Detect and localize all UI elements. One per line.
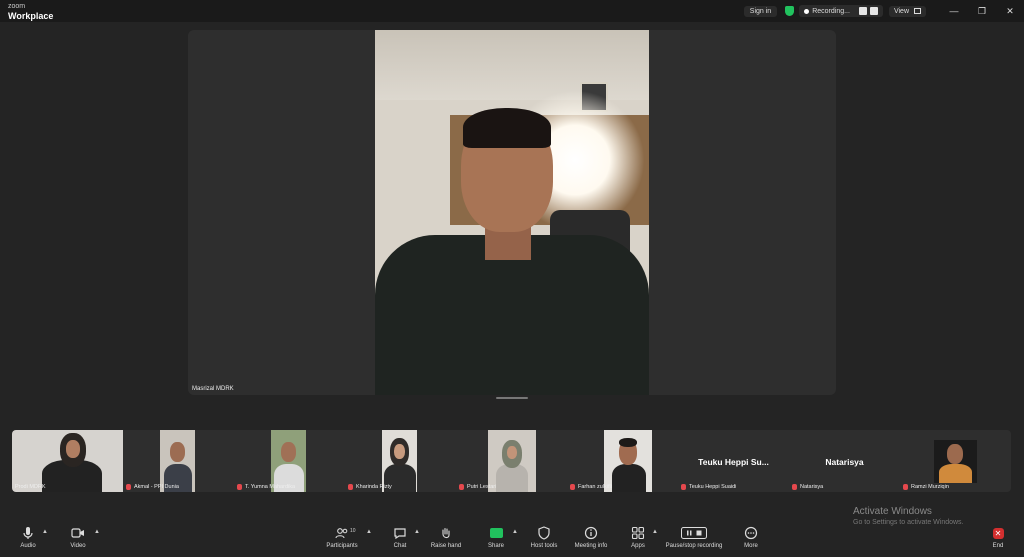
muted-mic-icon [348, 484, 353, 490]
participant-name: T. Yumna Mahardika [237, 484, 295, 490]
muted-mic-icon [237, 484, 242, 490]
logo-big-text: Workplace [8, 11, 54, 21]
audio-options-caret[interactable]: ▲ [42, 529, 48, 535]
restore-button[interactable]: ❐ [968, 6, 996, 17]
video-camera-icon [71, 528, 84, 538]
microphone-icon [23, 527, 33, 539]
participant-tile[interactable]: Teuku Heppi Su... Teuku Heppi Suaidi [678, 430, 789, 492]
share-button[interactable]: Share [484, 526, 508, 549]
raise-hand-icon [442, 527, 450, 539]
speaker-name-label: Masrizal MDRK [192, 386, 234, 392]
resize-handle[interactable] [496, 397, 528, 399]
minimize-button[interactable]: — [940, 6, 968, 16]
participant-tile[interactable]: Akmal - PPI Dunia [123, 430, 234, 492]
participant-name: Ramzi Murziqin [903, 484, 949, 490]
muted-mic-icon [681, 484, 686, 490]
view-label: View [893, 7, 909, 15]
info-icon [584, 526, 598, 540]
more-button[interactable]: More [740, 526, 762, 549]
participant-name: Farhan zulkifli [570, 484, 612, 490]
more-dots-icon [744, 526, 758, 540]
apps-icon [631, 526, 645, 540]
recording-label: Recording... [812, 7, 850, 15]
participant-display-name: Natarisya [825, 457, 864, 467]
pause-stop-icon [681, 527, 707, 539]
chat-options-caret[interactable]: ▲ [414, 529, 420, 535]
video-options-caret[interactable]: ▲ [94, 529, 100, 535]
close-button[interactable]: ✕ [996, 6, 1024, 17]
muted-mic-icon [570, 484, 575, 490]
participant-name: Kharinda Rizty [348, 484, 392, 490]
recording-indicator[interactable]: Recording... [799, 5, 883, 17]
participant-tile[interactable]: T. Yumna Mahardika [234, 430, 345, 492]
chat-button[interactable]: Chat [388, 526, 412, 549]
participant-tile[interactable]: Putri Lestari [456, 430, 567, 492]
apps-button[interactable]: Apps [628, 526, 648, 549]
zoom-logo: zoom Workplace [8, 3, 54, 21]
view-button[interactable]: View [888, 5, 926, 17]
muted-mic-icon [459, 484, 464, 490]
video-button[interactable]: Video [66, 526, 90, 549]
audio-button[interactable]: Audio [16, 526, 40, 549]
muted-mic-icon [792, 484, 797, 490]
active-speaker-tile[interactable]: Masrizal MDRK [188, 30, 836, 395]
activate-windows-watermark: Activate Windows Go to Settings to activ… [853, 506, 964, 526]
participant-tile[interactable]: Farhan zulkifli [567, 430, 678, 492]
participant-tile[interactable]: Kharinda Rizty [345, 430, 456, 492]
participants-count: 10 [350, 528, 356, 534]
participants-icon [335, 528, 348, 539]
host-tools-button[interactable]: Host tools [526, 526, 562, 549]
title-bar: zoom Workplace Sign in Recording... View… [0, 0, 1024, 22]
watermark-title: Activate Windows [853, 506, 932, 517]
sign-in-button[interactable]: Sign in [743, 5, 778, 17]
pause-stop-recording-button[interactable]: Pause/stop recording [662, 526, 726, 549]
participant-name: Putri Lestari [459, 484, 496, 490]
participant-name: Prodi MDRK [15, 484, 46, 490]
pause-recording-icon[interactable] [858, 7, 867, 15]
end-meeting-button[interactable]: ✕ End [988, 528, 1008, 549]
raise-hand-button[interactable]: Raise hand [428, 526, 464, 549]
participant-name: Teuku Heppi Suaidi [681, 484, 736, 490]
shield-icon [538, 526, 550, 540]
chat-bubble-icon [394, 528, 406, 540]
logo-small-text: zoom [8, 3, 26, 10]
end-call-icon: ✕ [992, 528, 1004, 539]
participant-tile[interactable]: Ramzi Murziqin [900, 430, 1011, 492]
share-screen-icon [489, 528, 503, 538]
stop-recording-icon[interactable] [869, 7, 878, 15]
participants-button[interactable]: Participants [322, 526, 362, 549]
share-options-caret[interactable]: ▲ [512, 529, 518, 535]
meeting-toolbar: Audio ▲ Video ▲ Participants 10 ▲ Chat ▲… [0, 524, 1024, 557]
meeting-info-button[interactable]: Meeting info [570, 526, 612, 549]
participant-display-name: Teuku Heppi Su... [698, 457, 769, 467]
muted-mic-icon [126, 484, 131, 490]
participant-tile[interactable]: Prodi MDRK [12, 430, 123, 492]
participant-strip: Prodi MDRK Akmal - PPI Dunia T. Yumna Ma… [12, 430, 1011, 492]
security-shield-icon[interactable] [785, 6, 795, 16]
speaker-video [375, 30, 649, 395]
participant-name: Akmal - PPI Dunia [126, 484, 179, 490]
record-dot-icon [804, 8, 810, 14]
apps-options-caret[interactable]: ▲ [652, 529, 658, 535]
participant-tile[interactable]: Natarisya Natarisya [789, 430, 900, 492]
participant-name: Natarisya [792, 484, 823, 490]
muted-mic-icon [903, 484, 908, 490]
grid-view-icon [914, 8, 921, 14]
participants-options-caret[interactable]: ▲ [366, 529, 372, 535]
